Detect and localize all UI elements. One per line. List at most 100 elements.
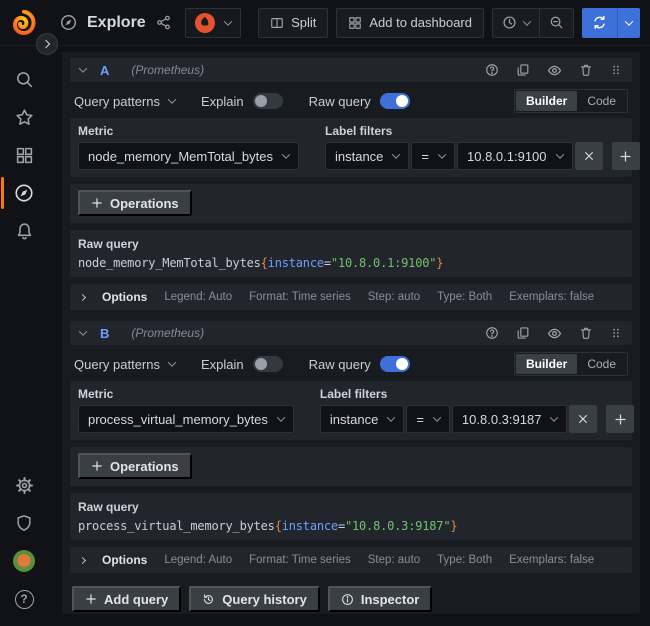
chevron-down-icon <box>277 413 285 421</box>
grafana-logo[interactable] <box>0 10 48 36</box>
query-patterns-dropdown[interactable]: Query patterns <box>74 357 175 372</box>
remove-query-trash-icon[interactable] <box>579 63 593 77</box>
query-header-a[interactable]: A (Prometheus) <box>70 58 632 82</box>
collapse-chevron-icon[interactable] <box>79 327 87 335</box>
add-filter-button[interactable] <box>606 405 634 433</box>
duplicate-query-icon[interactable] <box>516 326 530 340</box>
operations-box-a: Operations <box>70 184 632 223</box>
raw-query-code: process_virtual_memory_bytes{instance="1… <box>78 519 624 533</box>
sidebar-item-explore[interactable] <box>0 174 48 212</box>
add-operation-button[interactable]: Operations <box>78 453 192 479</box>
expand-sidebar-button[interactable] <box>36 33 58 55</box>
raw-query-code: node_memory_MemTotal_bytes{instance="10.… <box>78 256 624 270</box>
plus-icon <box>85 593 97 605</box>
star-icon <box>15 108 34 127</box>
raw-query-toggle[interactable] <box>380 356 410 372</box>
options-collapsed-row-a[interactable]: Options Legend: Auto Format: Time series… <box>70 284 632 310</box>
remove-filter-button[interactable] <box>575 142 603 170</box>
time-range-picker[interactable] <box>493 9 539 37</box>
query-editor-row-a: A (Prometheus) Query patterns Explain Ra… <box>70 58 632 310</box>
split-button[interactable]: Split <box>258 8 328 38</box>
hide-response-eye-icon[interactable] <box>547 326 562 341</box>
remove-filter-button[interactable] <box>569 405 597 433</box>
drag-handle-icon[interactable] <box>610 63 622 77</box>
duplicate-query-icon[interactable] <box>516 63 530 77</box>
format-option: Format: Time series <box>249 554 351 566</box>
datasource-picker[interactable] <box>185 8 241 38</box>
add-to-dashboard-button[interactable]: Add to dashboard <box>336 8 484 38</box>
metric-select[interactable]: process_virtual_memory_bytes <box>78 405 294 433</box>
filter-value-select[interactable]: 10.8.0.1:9100 <box>457 142 573 170</box>
nav-sidebar: ? <box>0 46 48 626</box>
builder-mode-button[interactable]: Builder <box>516 354 577 374</box>
share-icon[interactable] <box>156 15 171 30</box>
explain-toggle[interactable] <box>253 93 283 109</box>
sidebar-item-starred[interactable] <box>0 98 48 136</box>
collapse-chevron-icon[interactable] <box>79 64 87 72</box>
code-mode-button[interactable]: Code <box>577 354 626 374</box>
filter-key-select[interactable]: instance <box>320 405 404 433</box>
type-option: Type: Both <box>437 554 492 566</box>
hide-response-eye-icon[interactable] <box>547 63 562 78</box>
type-option: Type: Both <box>437 291 492 303</box>
inspector-button[interactable]: Inspector <box>328 586 433 612</box>
explore-footer: Add query Query history Inspector <box>70 586 632 612</box>
help-circle-icon[interactable] <box>485 326 499 340</box>
zoom-out-time-button[interactable] <box>539 9 573 37</box>
operations-box-b: Operations <box>70 447 632 486</box>
prometheus-icon <box>195 13 215 33</box>
filter-key-select[interactable]: instance <box>325 142 409 170</box>
query-toolbar-b: Query patterns Explain Raw query Builder… <box>70 347 632 381</box>
add-filter-button[interactable] <box>612 142 640 170</box>
metric-filters-box-b: Metric process_virtual_memory_bytes Labe… <box>70 381 632 440</box>
chevron-down-icon <box>282 150 290 158</box>
options-collapsed-row-b[interactable]: Options Legend: Auto Format: Time series… <box>70 547 632 573</box>
add-query-button[interactable]: Add query <box>72 586 181 612</box>
filter-op-select[interactable]: = <box>411 142 455 170</box>
filter-value-select[interactable]: 10.8.0.3:9187 <box>452 405 568 433</box>
query-patterns-dropdown[interactable]: Query patterns <box>74 94 175 109</box>
zoom-out-icon <box>549 15 564 30</box>
user-avatar <box>13 550 35 572</box>
time-range-group <box>492 8 574 38</box>
raw-query-label: Raw query <box>309 94 371 109</box>
explain-label: Explain <box>201 357 244 372</box>
chevron-right-icon <box>79 293 86 300</box>
explain-toggle[interactable] <box>253 356 283 372</box>
chevron-down-icon <box>555 150 563 158</box>
query-header-b[interactable]: B (Prometheus) <box>70 321 632 345</box>
chevron-down-icon <box>550 413 558 421</box>
refresh-interval-dropdown[interactable] <box>617 8 640 38</box>
sidebar-item-configuration[interactable] <box>0 466 48 504</box>
query-datasource-label: (Prometheus) <box>131 326 204 340</box>
chevron-right-icon <box>42 40 50 48</box>
filter-op-select[interactable]: = <box>406 405 450 433</box>
chevron-down-icon <box>438 150 446 158</box>
sidebar-item-profile[interactable] <box>0 542 48 580</box>
explain-label: Explain <box>201 94 244 109</box>
label-filters-label: Label filters <box>320 387 635 401</box>
clock-icon <box>502 15 517 30</box>
sidebar-item-search[interactable] <box>0 60 48 98</box>
explore-content: A (Prometheus) Query patterns Explain Ra… <box>62 52 640 614</box>
metric-select[interactable]: node_memory_MemTotal_bytes <box>78 142 299 170</box>
help-circle-icon[interactable] <box>485 63 499 77</box>
query-history-button[interactable]: Query history <box>189 586 320 612</box>
remove-query-trash-icon[interactable] <box>579 326 593 340</box>
sidebar-item-help[interactable]: ? <box>0 580 48 618</box>
raw-query-toggle[interactable] <box>380 93 410 109</box>
run-query-button[interactable] <box>582 8 617 38</box>
info-circle-icon <box>341 593 354 606</box>
builder-mode-button[interactable]: Builder <box>516 91 577 111</box>
query-ref-id: B <box>100 326 109 341</box>
chevron-down-icon <box>392 150 400 158</box>
sidebar-item-server-admin[interactable] <box>0 504 48 542</box>
query-editor-row-b: B (Prometheus) Query patterns Explain Ra… <box>70 321 632 573</box>
exemplars-option: Exemplars: false <box>509 554 594 566</box>
bell-icon <box>15 222 34 241</box>
sidebar-item-alerting[interactable] <box>0 212 48 250</box>
add-operation-button[interactable]: Operations <box>78 190 192 216</box>
drag-handle-icon[interactable] <box>610 326 622 340</box>
code-mode-button[interactable]: Code <box>577 91 626 111</box>
sidebar-item-dashboards[interactable] <box>0 136 48 174</box>
